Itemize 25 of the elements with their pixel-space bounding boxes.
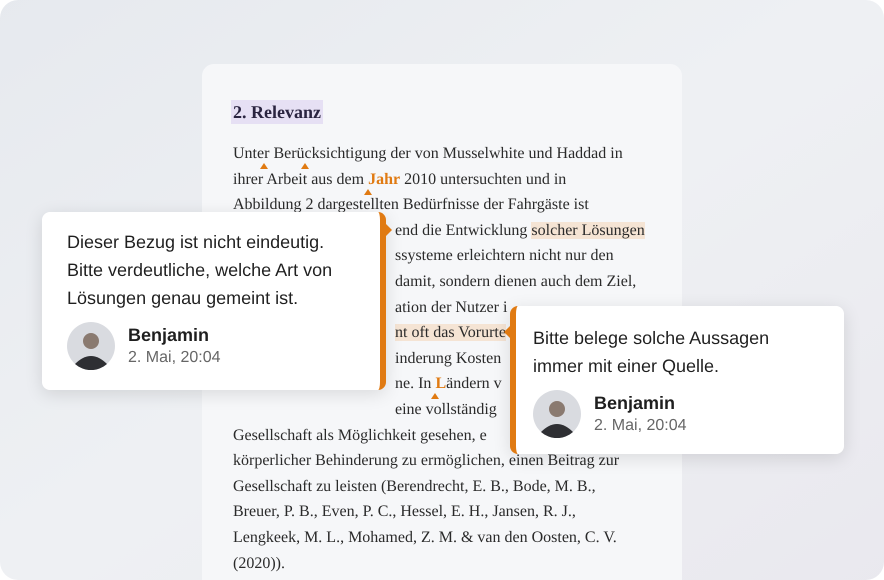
paragraph-line: end die Entwicklung solcher Lösungen xyxy=(395,220,645,241)
paragraph-line: inderung Kosten xyxy=(395,348,502,369)
paragraph-line: Abbildung 2 dargestellten Bedürfnisse der Fahrgäste ist xyxy=(233,195,589,216)
comment-text: Bitte belege solche Aussagen immer mit einer Quelle. xyxy=(533,327,770,378)
paragraph-line: damit, sondern dienen auch dem Ziel, xyxy=(395,272,636,292)
paragraph-line: Lengkeek, M. L., Mohamed, Z. M. & van den Oosten, C. V. xyxy=(233,528,617,548)
comment-time: 2. Mai, 20:04 xyxy=(594,416,686,436)
paragraph-line: körperlicher Behinderung zu ermöglichen, einen Beitrag zur xyxy=(233,451,620,472)
paragraph-line: ne. In Ländern v xyxy=(395,371,502,397)
avatar-icon xyxy=(67,322,115,370)
section-heading: 2. Relevanz xyxy=(231,100,323,124)
comment-text: Dieser Bezug ist nicht eindeutig. Bitte verdeutliche, welche Art von Lösungen genau gemeint ist. xyxy=(67,231,334,310)
paragraph-line: ihrer Arbeit aus dem Jahr 2010 untersuchten und in xyxy=(233,166,566,192)
author-name: Benjamin xyxy=(594,392,676,415)
paragraph-line: Gesellschaft zu leisten (Berendrecht, E. B., Bode, M. B., xyxy=(233,476,596,497)
paragraph-line: eine vollständig xyxy=(395,400,497,420)
paragraph-line: Unter Berücksichtigung der von Musselwhite und Haddad in xyxy=(233,141,623,167)
paragraph-line: (2020)). xyxy=(233,554,285,574)
paragraph-line: ssysteme erleichtern nicht nur den xyxy=(395,246,614,266)
avatar-icon xyxy=(533,390,581,438)
paragraph-line: Gesellschaft als Möglichkeit gesehen, e xyxy=(233,426,487,446)
author-name: Benjamin xyxy=(128,324,210,347)
comment-time: 2. Mai, 20:04 xyxy=(128,348,220,368)
paragraph-line: ation der Nutzer i xyxy=(395,298,508,318)
paragraph-line: Breuer, P. B., Even, P. C., Hessel, E. H., Jansen, R. J., xyxy=(233,502,576,522)
